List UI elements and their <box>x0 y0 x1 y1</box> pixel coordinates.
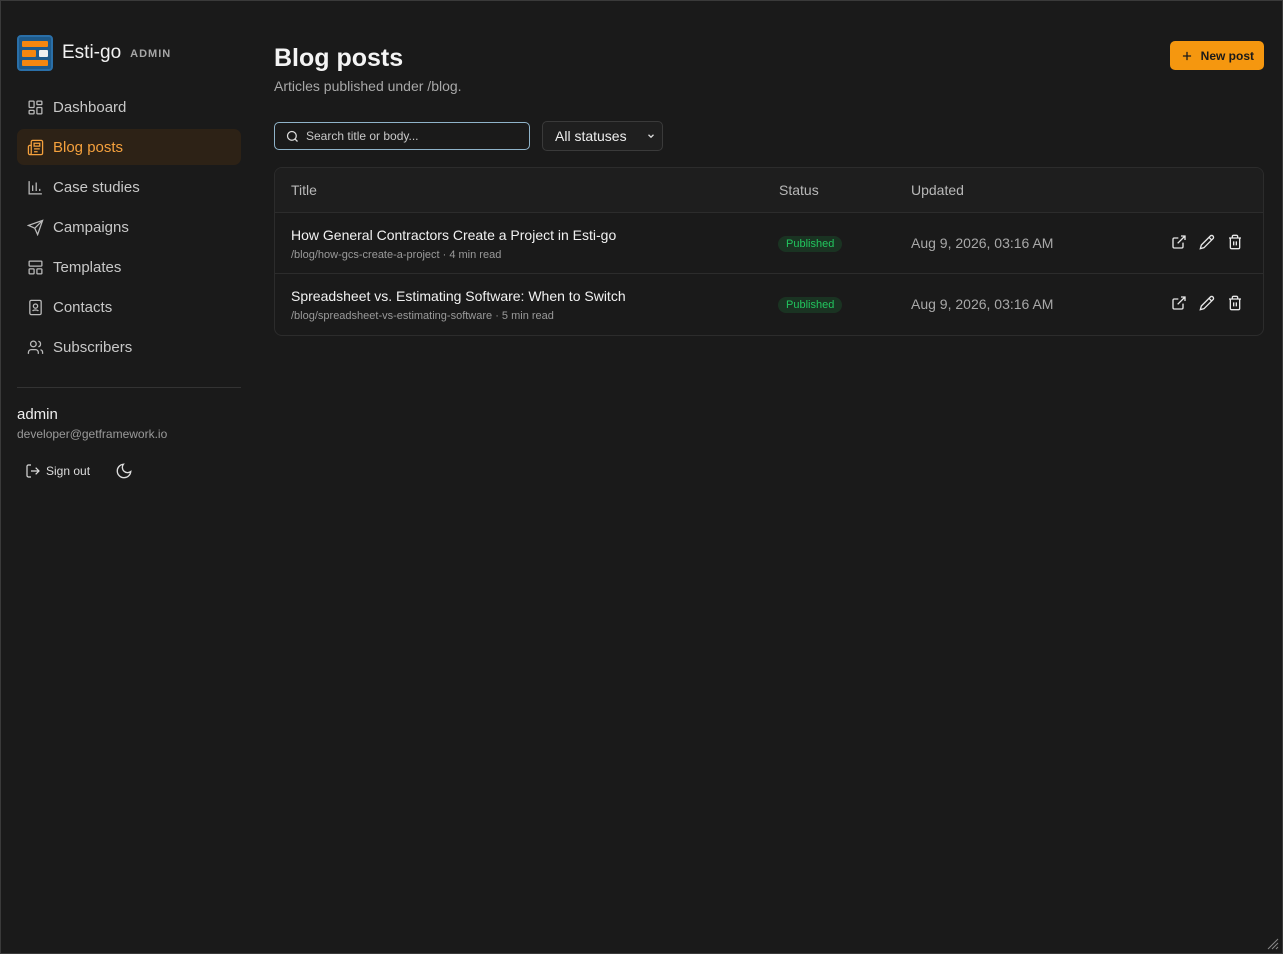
sidebar-divider <box>17 387 241 388</box>
post-meta: /blog/how-gcs-create-a-project · 4 min r… <box>291 249 502 261</box>
sign-out-button[interactable]: Sign out <box>17 459 98 483</box>
open-external-button[interactable] <box>1171 234 1187 250</box>
sidebar-item-label: Templates <box>53 258 122 276</box>
sidebar-item-label: Campaigns <box>53 218 129 236</box>
logo-icon <box>17 35 53 71</box>
sidebar-nav: Dashboard Blog posts Case studies Campai… <box>17 89 241 365</box>
sidebar-item-templates[interactable]: Templates <box>17 249 241 285</box>
updated-date: Aug 9, 2026, 03:16 AM <box>911 296 1054 312</box>
updated-date: Aug 9, 2026, 03:16 AM <box>911 235 1054 251</box>
page-title: Blog posts <box>274 44 404 72</box>
moon-icon <box>116 463 132 479</box>
sign-out-label: Sign out <box>46 464 91 478</box>
new-post-button[interactable]: New post <box>1169 41 1264 70</box>
users-icon <box>27 339 44 354</box>
post-title[interactable]: Spreadsheet vs. Estimating Software: Whe… <box>291 288 626 304</box>
plus-icon <box>1182 51 1191 60</box>
sidebar-item-label: Blog posts <box>53 138 124 156</box>
resize-handle-icon[interactable] <box>1267 938 1279 950</box>
bar-chart-icon <box>28 180 42 195</box>
sidebar-item-blog-posts[interactable]: Blog posts <box>17 129 241 165</box>
table-row[interactable]: How General Contractors Create a Project… <box>275 213 1263 274</box>
posts-table: Title Status Updated How General Contrac… <box>274 167 1264 336</box>
log-out-icon <box>26 464 40 478</box>
theme-toggle-button[interactable] <box>110 457 138 485</box>
status-filter-value: All statuses <box>555 128 627 144</box>
post-title[interactable]: How General Contractors Create a Project… <box>291 227 616 243</box>
column-header-title[interactable]: Title <box>291 182 317 198</box>
search-input[interactable] <box>306 129 506 143</box>
user-panel: admin developer@getframework.io Sign out <box>17 406 241 485</box>
status-badge: Published <box>778 236 843 252</box>
sidebar: Esti-go ADMIN Dashboard Blog posts Case … <box>1 1 257 953</box>
sidebar-item-subscribers[interactable]: Subscribers <box>17 329 241 365</box>
page-subtitle: Articles published under /blog. <box>274 78 462 94</box>
external-link-icon <box>1172 235 1186 249</box>
chevron-down-icon <box>648 134 654 139</box>
external-link-icon <box>1172 296 1186 310</box>
row-actions <box>1159 295 1243 311</box>
trash-icon <box>1229 234 1241 250</box>
brand[interactable]: Esti-go ADMIN <box>17 35 241 71</box>
sidebar-item-case-studies[interactable]: Case studies <box>17 169 241 205</box>
new-post-label: New post <box>1200 48 1254 63</box>
pencil-icon <box>1199 234 1215 250</box>
table-header: Title Status Updated <box>275 168 1263 213</box>
edit-button[interactable] <box>1199 234 1215 250</box>
sidebar-item-label: Dashboard <box>53 98 127 116</box>
search-box[interactable] <box>274 122 530 150</box>
send-icon <box>27 218 44 236</box>
user-email: developer@getframework.io <box>17 427 168 441</box>
brand-tag: ADMIN <box>130 48 172 60</box>
dashboard-icon <box>28 99 43 115</box>
search-icon <box>286 130 298 142</box>
sidebar-item-label: Case studies <box>53 178 140 196</box>
column-header-updated[interactable]: Updated <box>911 182 964 198</box>
table-row[interactable]: Spreadsheet vs. Estimating Software: Whe… <box>275 274 1263 335</box>
contact-book-icon <box>29 299 42 315</box>
sidebar-item-contacts[interactable]: Contacts <box>17 289 241 325</box>
sidebar-item-label: Subscribers <box>53 338 133 356</box>
status-filter-select[interactable]: All statuses <box>542 121 663 151</box>
open-external-button[interactable] <box>1171 295 1187 311</box>
layout-icon <box>28 259 43 275</box>
user-actions: Sign out <box>17 457 241 485</box>
sidebar-item-campaigns[interactable]: Campaigns <box>17 209 241 245</box>
column-header-status[interactable]: Status <box>779 182 819 198</box>
delete-button[interactable] <box>1227 234 1243 250</box>
edit-button[interactable] <box>1199 295 1215 311</box>
pencil-icon <box>1199 295 1215 311</box>
row-actions <box>1159 234 1243 250</box>
user-name: admin <box>17 406 58 423</box>
trash-icon <box>1229 295 1241 311</box>
delete-button[interactable] <box>1227 295 1243 311</box>
sidebar-item-dashboard[interactable]: Dashboard <box>17 89 241 125</box>
brand-name: Esti-go <box>62 42 122 63</box>
newspaper-icon <box>27 139 44 155</box>
status-badge: Published <box>778 297 843 313</box>
post-meta: /blog/spreadsheet-vs-estimating-software… <box>291 310 554 322</box>
sidebar-item-label: Contacts <box>53 298 113 316</box>
